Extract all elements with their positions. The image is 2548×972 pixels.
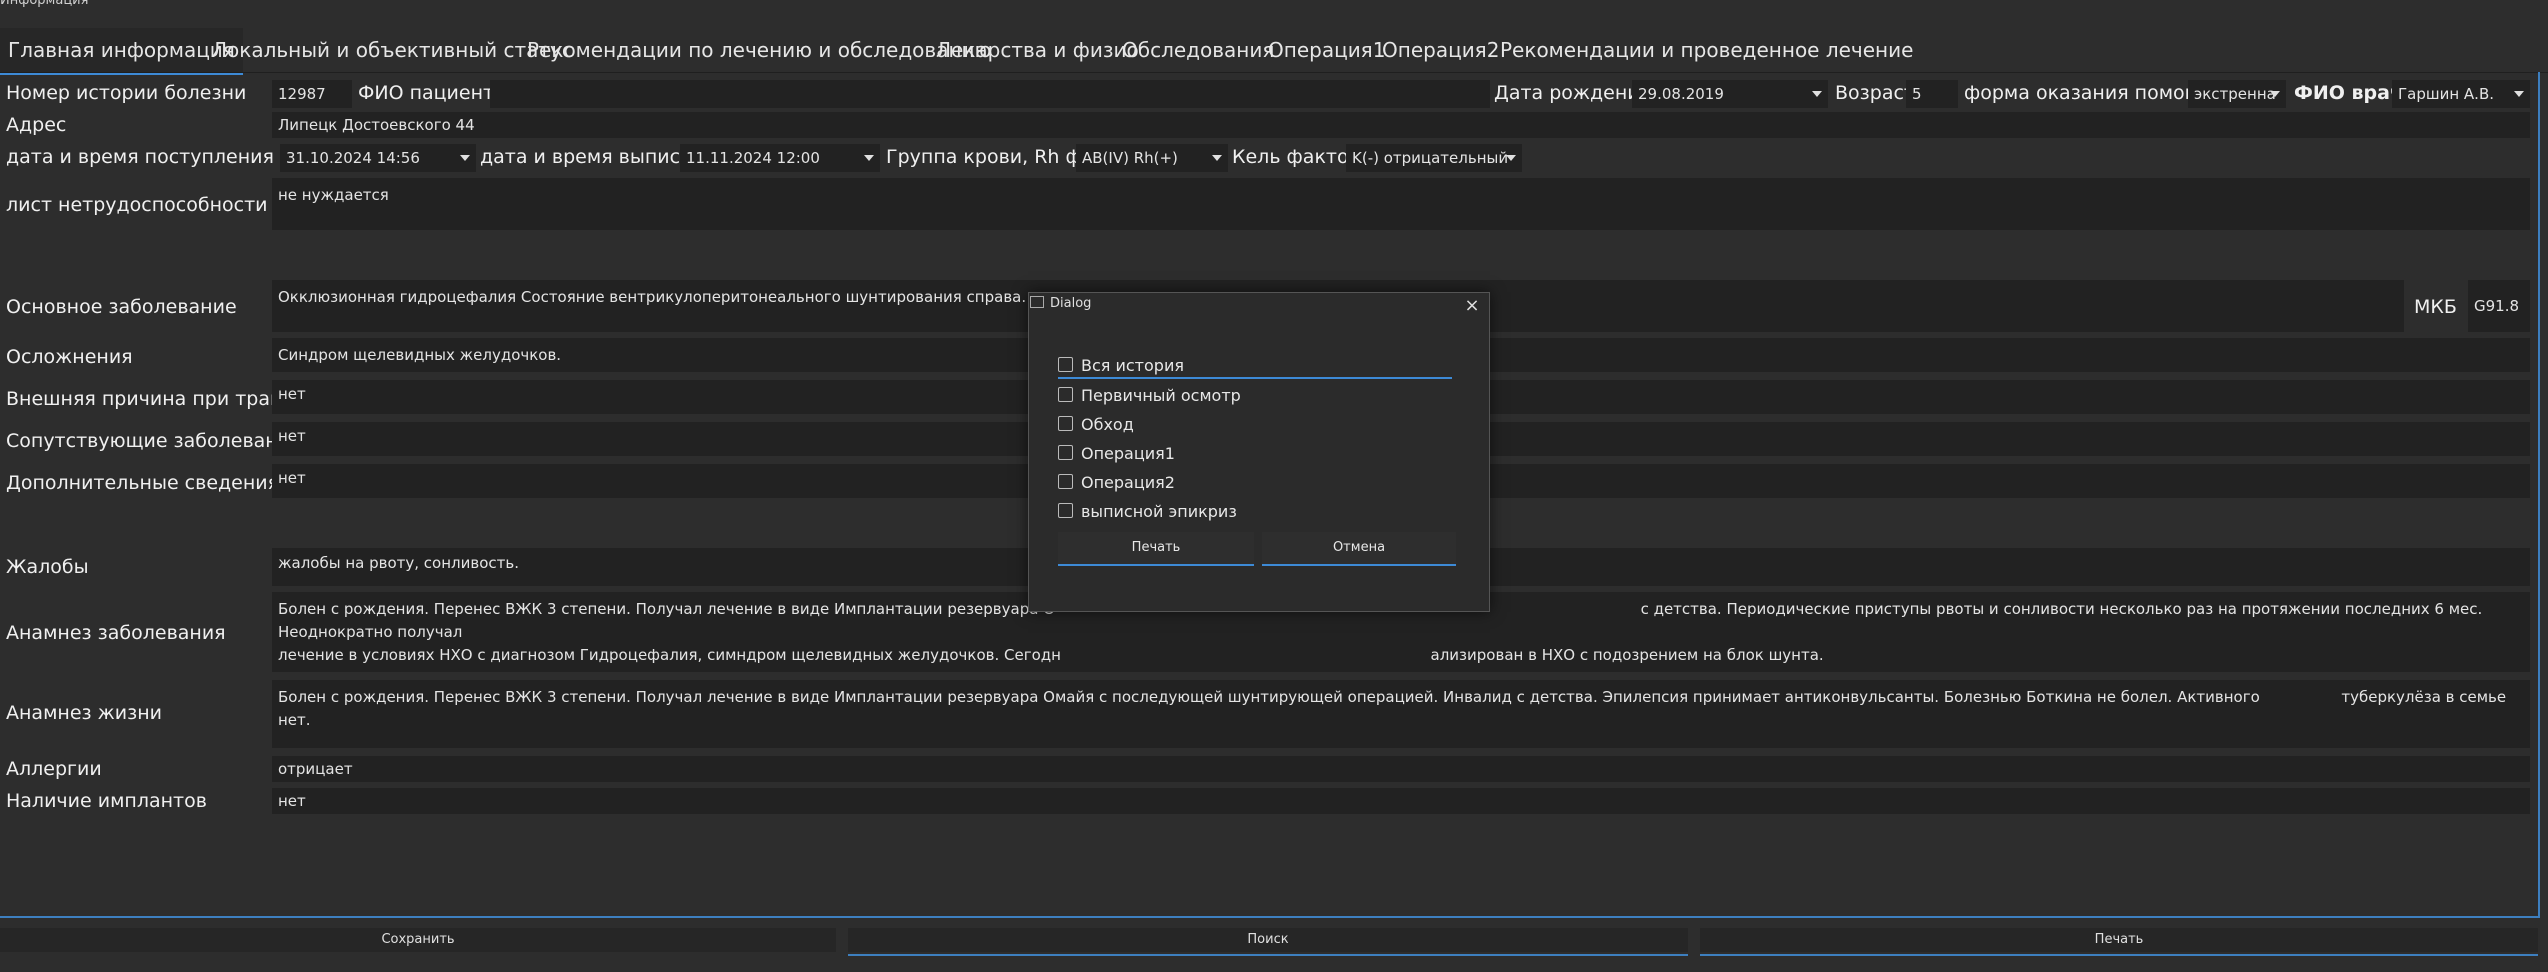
tab-recommendations[interactable]: Рекомендации по лечению и обследованию xyxy=(527,28,991,72)
blood-combo[interactable]: AB(IV) Rh(+) xyxy=(1076,144,1228,172)
mkb-label: МКБ xyxy=(2414,296,2457,318)
kell-value: K(-) отрицательный xyxy=(1352,149,1509,167)
tab-main-info[interactable]: Главная информация xyxy=(0,28,243,75)
allergies-label: Аллергии xyxy=(6,758,102,780)
option-label: Обход xyxy=(1081,415,1134,434)
mkb-input[interactable]: G91.8 xyxy=(2468,280,2530,332)
blood-value: AB(IV) Rh(+) xyxy=(1082,149,1178,167)
implants-input[interactable]: нет xyxy=(272,788,2530,814)
dialog-cancel-button[interactable]: Отмена xyxy=(1262,532,1456,566)
chevron-down-icon xyxy=(1506,155,1516,161)
admit-value: 31.10.2024 14:56 xyxy=(286,149,420,167)
close-icon[interactable]: × xyxy=(1462,296,1482,316)
option-label: Первичный осмотр xyxy=(1081,386,1241,405)
main-disease-label: Основное заболевание xyxy=(6,296,237,318)
save-button[interactable]: Сохранить xyxy=(0,928,836,952)
option-discharge-summary[interactable]: выписной эпикриз xyxy=(1058,502,1237,521)
allergies-input[interactable]: отрицает xyxy=(272,756,2530,782)
address-input[interactable]: Липецк Достоевского 44 xyxy=(272,112,2530,138)
option-label: Вся история xyxy=(1081,356,1184,375)
search-button[interactable]: Поиск xyxy=(848,928,1688,952)
checkbox-icon xyxy=(1058,416,1073,431)
doctor-combo[interactable]: Гаршин А.В. xyxy=(2392,80,2530,108)
life-anamnesis-text-a: Болен с рождения. Перенес ВЖК 3 степени.… xyxy=(278,688,2260,706)
discharge-date-picker[interactable]: 11.11.2024 12:00 xyxy=(680,144,880,172)
option-label: выписной эпикриз xyxy=(1081,502,1237,521)
birth-label: Дата рождения xyxy=(1494,82,1652,104)
option-primary-exam[interactable]: Первичный осмотр xyxy=(1058,386,1241,405)
option-label: Операция1 xyxy=(1081,444,1175,463)
dialog-title: Dialog xyxy=(1050,296,1092,311)
option-label: Операция2 xyxy=(1081,473,1175,492)
discharge-label: дата и время выписки xyxy=(480,146,704,168)
history-label: Номер истории болезни xyxy=(6,82,247,104)
kell-label: Кель фактор xyxy=(1232,146,1361,168)
address-label: Адрес xyxy=(6,114,67,136)
chevron-down-icon xyxy=(1212,155,1222,161)
birth-value: 29.08.2019 xyxy=(1638,85,1724,103)
sick-leave-label: лист нетрудоспособности xyxy=(6,194,268,216)
patient-label: ФИО пациента xyxy=(358,82,506,104)
additional-info-label: Дополнительные сведения xyxy=(6,472,280,494)
tab-local-status[interactable]: Локальный и объективный статус xyxy=(212,28,573,72)
checkbox-icon xyxy=(1058,503,1073,518)
option-rounds[interactable]: Обход xyxy=(1058,415,1134,434)
admit-label: дата и время поступления xyxy=(6,146,274,168)
anamnesis-line1-a: Болен с рождения. Перенес ВЖК 3 степени.… xyxy=(278,600,1055,618)
dialog-print-button[interactable]: Печать xyxy=(1058,532,1254,566)
print-button[interactable]: Печать xyxy=(1700,928,2538,952)
chevron-down-icon xyxy=(2514,91,2524,97)
implants-label: Наличие имплантов xyxy=(6,790,207,812)
tab-treatment[interactable]: Рекомендации и проведенное лечение xyxy=(1500,28,1913,72)
age-input[interactable]: 5 xyxy=(1906,80,1958,108)
checkbox-icon xyxy=(1058,445,1073,460)
tab-operation2[interactable]: Операция2 xyxy=(1382,28,1499,72)
concomitant-label: Сопутствующие заболевания xyxy=(6,430,302,452)
option-operation1[interactable]: Операция1 xyxy=(1058,444,1175,463)
patient-input[interactable] xyxy=(490,80,1490,108)
option-operation2[interactable]: Операция2 xyxy=(1058,473,1175,492)
life-anamnesis-label: Анамнез жизни xyxy=(6,702,162,724)
dialog-titlebar: Dialog xyxy=(1030,296,1091,322)
search-button-underline xyxy=(848,954,1688,956)
option-all-history[interactable]: Вся история xyxy=(1058,356,1452,379)
anamnesis-line2-b: ализирован в НХО с подозрением на блок ш… xyxy=(1430,646,1824,664)
care-label: форма оказания помощи xyxy=(1964,82,2215,104)
anamnesis-line2-a: лечение в условиях НХО с диагнозом Гидро… xyxy=(278,646,1061,664)
doctor-value: Гаршин А.В. xyxy=(2398,85,2494,103)
window-title: Информация xyxy=(0,0,89,8)
chevron-down-icon xyxy=(2270,91,2280,97)
disease-anamnesis-label: Анамнез заболевания xyxy=(6,622,226,644)
tab-bar: Главная информация Локальный и объективн… xyxy=(0,28,2548,75)
history-input[interactable]: 12987 xyxy=(272,80,352,108)
birth-date-picker[interactable]: 29.08.2019 xyxy=(1632,80,1828,108)
blood-label: Группа крови, Rh ф-р xyxy=(886,146,1101,168)
complaints-label: Жалобы xyxy=(6,556,89,578)
discharge-value: 11.11.2024 12:00 xyxy=(686,149,820,167)
chevron-down-icon xyxy=(1812,91,1822,97)
checkbox-icon xyxy=(1058,474,1073,489)
age-label: Возраст xyxy=(1835,82,1915,104)
life-anamnesis-input[interactable]: Болен с рождения. Перенес ВЖК 3 степени.… xyxy=(272,680,2530,748)
sick-leave-input[interactable]: не нуждается xyxy=(272,178,2530,230)
checkbox-icon xyxy=(1058,357,1073,372)
tab-operation1[interactable]: Операция1 xyxy=(1268,28,1385,72)
care-value: экстренна xyxy=(2194,85,2276,103)
admit-date-picker[interactable]: 31.10.2024 14:56 xyxy=(280,144,476,172)
print-button-underline xyxy=(1700,954,2538,956)
tab-exams[interactable]: Обследования xyxy=(1122,28,1274,72)
kell-combo[interactable]: K(-) отрицательный xyxy=(1346,144,1522,172)
chevron-down-icon xyxy=(460,155,470,161)
chevron-down-icon xyxy=(864,155,874,161)
tab-drugs[interactable]: Лекарства и физио xyxy=(936,28,1139,72)
checkbox-icon xyxy=(1058,387,1073,402)
dialog-app-icon xyxy=(1030,296,1044,308)
care-combo[interactable]: экстренна xyxy=(2188,80,2286,108)
complications-label: Осложнения xyxy=(6,346,133,368)
